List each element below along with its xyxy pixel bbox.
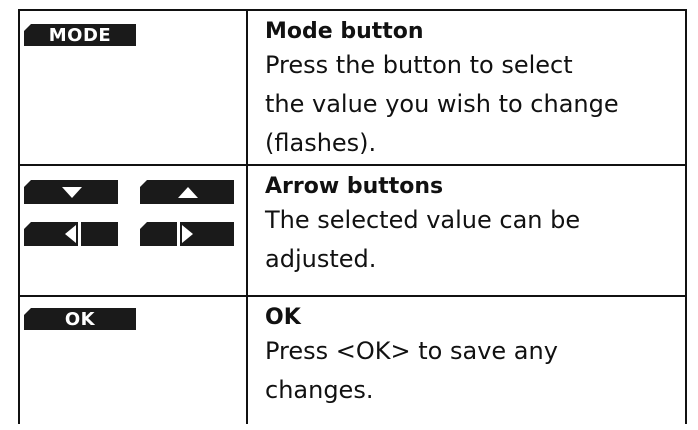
down-arrow-icon	[62, 187, 82, 198]
description-line: (flashes).	[265, 129, 377, 157]
key-cell: MODE	[20, 11, 248, 164]
description-cell: Arrow buttons The selected value can be …	[248, 166, 685, 295]
description-line: changes.	[265, 376, 374, 404]
description-line: adjusted.	[265, 245, 377, 273]
row-description: Press the button to select the value you…	[265, 46, 685, 163]
description-line: the value you wish to change	[265, 90, 619, 118]
left-arrow-icon	[65, 222, 81, 246]
key-cell	[20, 166, 248, 295]
row-description: Press <OK> to save any changes.	[265, 332, 685, 410]
row-title: Arrow buttons	[265, 174, 444, 199]
ok-button-label: OK	[64, 308, 96, 330]
right-arrow-button[interactable]	[140, 222, 234, 246]
row-description: The selected value can be adjusted.	[265, 201, 685, 279]
row-title: Mode button	[265, 19, 424, 44]
left-arrow-button[interactable]	[24, 222, 118, 246]
description-line: Press the button to select	[265, 51, 573, 79]
description-line: The selected value can be	[265, 206, 581, 234]
down-arrow-button[interactable]	[24, 180, 118, 204]
key-cell: OK	[20, 297, 248, 424]
row-title: OK	[265, 305, 301, 330]
table-row: OK OK Press <OK> to save any changes.	[20, 297, 685, 424]
description-line: Press <OK> to save any	[265, 337, 558, 365]
ok-button[interactable]: OK	[24, 308, 136, 330]
right-arrow-icon	[177, 222, 193, 246]
table-row: MODE Mode button Press the button to sel…	[20, 11, 685, 166]
mode-button-label: MODE	[48, 24, 112, 46]
button-reference-table: MODE Mode button Press the button to sel…	[18, 9, 687, 424]
description-cell: Mode button Press the button to select t…	[248, 11, 685, 164]
table-row: Arrow buttons The selected value can be …	[20, 166, 685, 297]
up-arrow-button[interactable]	[140, 180, 234, 204]
up-arrow-icon	[178, 187, 198, 198]
description-cell: OK Press <OK> to save any changes.	[248, 297, 685, 424]
mode-button[interactable]: MODE	[24, 24, 136, 46]
